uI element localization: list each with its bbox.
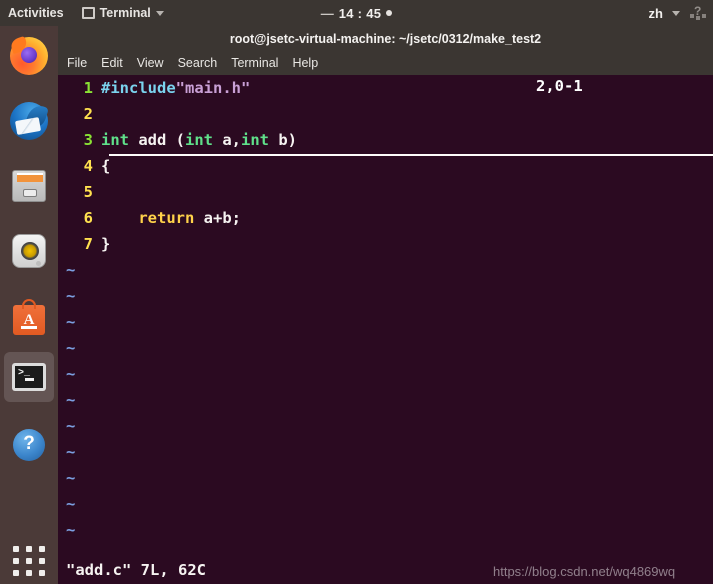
chevron-down-icon [672, 10, 680, 16]
vim-line-number: 6 [83, 209, 93, 227]
vim-empty-line-marker: ~ [66, 313, 76, 331]
dock-item-files[interactable] [4, 161, 54, 211]
vim-empty-line-marker: ~ [66, 495, 76, 513]
code-token: { [101, 157, 111, 175]
vim-line-number: 4 [83, 157, 93, 175]
vim-line: 7} [58, 231, 713, 257]
dock-item-firefox[interactable] [4, 31, 54, 81]
files-icon [10, 167, 48, 205]
vim-line-content: { [101, 153, 110, 179]
terminal-icon [81, 7, 95, 19]
ubuntu-software-icon: A [10, 299, 48, 338]
vim-line-number: 2 [83, 105, 93, 123]
dock-item-help[interactable]: ? [4, 420, 54, 470]
show-applications-button[interactable] [13, 546, 45, 576]
code-token: b) [269, 131, 298, 149]
vim-empty-line-marker: ~ [66, 521, 76, 539]
vim-empty-line-marker: ~ [66, 287, 76, 305]
menu-item-file[interactable]: File [67, 51, 87, 75]
vim-line-content: return a+b; [101, 205, 241, 231]
chevron-down-icon [155, 10, 164, 16]
window-titlebar[interactable]: root@jsetc-virtual-machine: ~/jsetc/0312… [58, 26, 713, 51]
app-menu-terminal[interactable]: Terminal [81, 6, 164, 20]
vim-status-file: "add.c" 7L, 62C [66, 561, 206, 579]
code-token: a+b; [194, 209, 241, 227]
app-menu-label: Terminal [99, 6, 151, 20]
dock-item-terminal[interactable]: >_ [4, 352, 54, 402]
vim-status-position: 2,0-1 [536, 77, 583, 95]
terminal-window: root@jsetc-virtual-machine: ~/jsetc/0312… [58, 26, 713, 584]
code-token: int [101, 131, 129, 149]
vim-line: 1 #include"main.h" [58, 75, 713, 101]
vim-empty-line-marker: ~ [66, 339, 76, 357]
dock-item-ubuntu-software[interactable]: A [4, 294, 54, 344]
window-title: root@jsetc-virtual-machine: ~/jsetc/0312… [229, 31, 542, 46]
menu-item-edit[interactable]: Edit [101, 51, 123, 75]
vim-line-number: 7 [83, 235, 93, 253]
status-block-3 [702, 14, 706, 18]
vim-line-number: 5 [83, 183, 93, 201]
terminal-icon: >_ [10, 358, 48, 396]
desktop-screen: Activities Terminal — 14 : 45 zh ? A >_ … [0, 0, 713, 584]
status-block-1 [690, 14, 694, 18]
vim-empty-line-marker: ~ [66, 261, 76, 279]
vim-line: 4{ [58, 153, 713, 179]
menu-item-view[interactable]: View [137, 51, 164, 75]
system-status-icon[interactable]: ? [689, 4, 707, 21]
input-method-indicator[interactable]: zh [649, 6, 663, 21]
dock-item-rhythmbox[interactable] [4, 226, 54, 276]
code-token: #include [101, 79, 176, 97]
menu-item-help[interactable]: Help [292, 51, 318, 75]
activities-button[interactable]: Activities [0, 0, 72, 26]
thunderbird-icon [10, 102, 49, 140]
code-token: ( [175, 131, 186, 149]
vim-empty-line-marker: ~ [66, 443, 76, 461]
vim-line-number: 3 [83, 131, 93, 149]
vim-line: 2 [58, 101, 713, 127]
code-token: int [241, 131, 270, 149]
vim-line-content: int add (int a,int b) [101, 127, 297, 153]
vim-line-number: 1 [83, 79, 93, 97]
vim-line: 6 return a+b; [58, 205, 713, 231]
vim-empty-line-marker: ~ [66, 417, 76, 435]
status-block-2 [696, 16, 700, 20]
vim-empty-line-marker: ~ [66, 469, 76, 487]
vim-empty-line-marker: ~ [66, 365, 76, 383]
vim-cursor-line [109, 154, 713, 156]
menu-bar: File Edit View Search Terminal Help [58, 51, 713, 75]
code-token: return [138, 209, 195, 227]
status-area: zh ? [649, 0, 707, 26]
clock[interactable]: 14 : 45 [339, 6, 382, 21]
vim-empty-lines: ~ ~ ~ ~ ~ ~ ~ ~ ~ ~ ~ [58, 257, 713, 543]
vim-line-content: } [101, 231, 110, 257]
vim-line: 3 int add (int a,int b) [58, 127, 713, 153]
watermark: https://blog.csdn.net/wq4869wq [493, 564, 676, 579]
notification-dot-icon [386, 10, 393, 16]
vim-empty-line-marker: ~ [66, 391, 76, 409]
vim-buffer[interactable]: 1 #include"main.h" 2 3 int add (int a,int b)… [58, 75, 713, 257]
rhythmbox-icon [10, 232, 48, 270]
help-icon: ? [10, 426, 48, 464]
terminal-body[interactable]: 1 #include"main.h" 2 3 int add (int a,int b)… [58, 75, 713, 584]
menu-item-search[interactable]: Search [178, 51, 218, 75]
firefox-icon [9, 35, 48, 75]
vim-line: 5 [58, 179, 713, 205]
code-token: } [101, 235, 111, 253]
dock-item-thunderbird[interactable] [4, 96, 54, 146]
vim-line-content: #include"main.h" [101, 75, 250, 101]
ubuntu-dock: A >_ ? [0, 26, 58, 584]
code-token: add [129, 131, 176, 149]
code-token: int [185, 131, 214, 149]
code-token: "main.h" [175, 79, 251, 97]
code-token: a, [213, 131, 242, 149]
menu-item-terminal[interactable]: Terminal [231, 51, 278, 75]
gnome-top-bar: Activities Terminal — 14 : 45 zh ? [0, 0, 713, 26]
dash-glyph: — [320, 5, 334, 21]
